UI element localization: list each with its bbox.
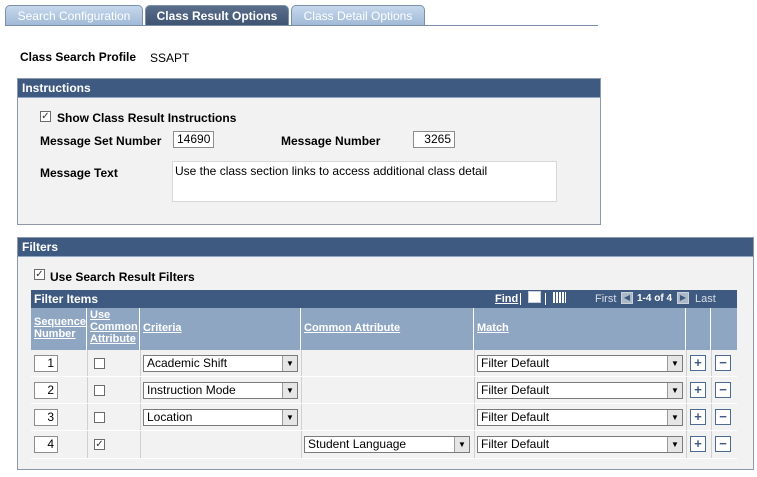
- add-row-button-4[interactable]: +: [690, 436, 706, 452]
- chevron-down-icon: ▼: [282, 356, 297, 371]
- use-common-checkbox-3[interactable]: [94, 412, 105, 423]
- match-select-4[interactable]: Filter Default ▼: [477, 436, 683, 453]
- col-sequence-line1: Sequence: [34, 316, 86, 328]
- match-select-3[interactable]: Filter Default ▼: [477, 409, 683, 426]
- class-search-profile-value: SSAPT: [150, 51, 190, 65]
- col-add: [686, 308, 711, 350]
- filter-items-title: Filter Items: [34, 292, 99, 306]
- sequence-field-2[interactable]: 2: [34, 382, 58, 399]
- match-value-3: Filter Default: [481, 410, 550, 424]
- tab-underline: [5, 25, 598, 26]
- col-use-common-attribute[interactable]: Use Common Attribute: [87, 308, 140, 350]
- show-instructions-checkbox[interactable]: ✓: [40, 111, 51, 122]
- grid-next-icon: ▶: [677, 292, 689, 304]
- use-common-checkbox-4[interactable]: ✓: [94, 439, 105, 450]
- chevron-down-icon: ▼: [667, 437, 682, 452]
- criteria-select-2[interactable]: Instruction Mode ▼: [143, 382, 298, 399]
- chevron-down-icon: ▼: [667, 410, 682, 425]
- view-all-icon[interactable]: [528, 291, 541, 303]
- col-use-line2: Common: [90, 321, 138, 333]
- common-attribute-select-4[interactable]: Student Language ▼: [304, 436, 470, 453]
- criteria-value-2: Instruction Mode: [147, 383, 236, 397]
- col-sequence-number[interactable]: Sequence Number: [31, 308, 87, 350]
- message-set-number-label: Message Set Number: [40, 134, 162, 148]
- grid-find-link[interactable]: Find: [495, 293, 518, 305]
- col-use-line3: Attribute: [90, 333, 136, 345]
- col-match-label: Match: [477, 322, 509, 334]
- sequence-field-3[interactable]: 3: [34, 409, 58, 426]
- use-search-filters-label: Use Search Result Filters: [50, 270, 195, 284]
- match-value-4: Filter Default: [481, 437, 550, 451]
- show-instructions-label: Show Class Result Instructions: [57, 111, 237, 125]
- message-text-field[interactable]: Use the class section links to access ad…: [172, 161, 557, 202]
- instructions-group: Instructions: [17, 78, 601, 225]
- criteria-select-3[interactable]: Location ▼: [143, 409, 298, 426]
- grid-nav-separator-2: [545, 293, 546, 305]
- chevron-down-icon: ▼: [667, 356, 682, 371]
- chevron-down-icon: ▼: [667, 383, 682, 398]
- delete-row-button-1[interactable]: −: [715, 355, 731, 371]
- message-set-number-field[interactable]: 14690: [173, 131, 214, 148]
- message-text-label: Message Text: [40, 166, 118, 180]
- message-number-field[interactable]: 3265: [413, 131, 455, 148]
- col-sequence-line2: Number: [34, 328, 76, 340]
- criteria-value-1: Academic Shift: [147, 356, 228, 370]
- chevron-down-icon: ▼: [282, 383, 297, 398]
- grid-range-label: 1-4 of 4: [637, 293, 673, 304]
- criteria-value-3: Location: [147, 410, 193, 424]
- grid-last-label: Last: [695, 293, 716, 305]
- col-common-attribute-label: Common Attribute: [304, 322, 401, 334]
- filters-header: Filters: [18, 238, 753, 257]
- tab-class-result-options[interactable]: Class Result Options: [145, 5, 289, 26]
- sequence-field-1[interactable]: 1: [34, 355, 58, 372]
- add-row-button-1[interactable]: +: [690, 355, 706, 371]
- add-row-button-3[interactable]: +: [690, 409, 706, 425]
- use-common-checkbox-2[interactable]: [94, 385, 105, 396]
- grid-find-link-wrap: Find: [495, 290, 518, 308]
- sequence-field-4[interactable]: 4: [34, 436, 58, 453]
- delete-row-button-2[interactable]: −: [715, 382, 731, 398]
- tab-search-configuration[interactable]: Search Configuration: [5, 5, 143, 26]
- grid-download-icon[interactable]: [553, 292, 566, 303]
- add-row-button-2[interactable]: +: [690, 382, 706, 398]
- col-common-attribute[interactable]: Common Attribute: [301, 308, 474, 350]
- message-number-label: Message Number: [281, 134, 381, 148]
- chevron-down-icon: ▼: [454, 437, 469, 452]
- grid-first-label: First: [595, 293, 617, 305]
- col-use-line1: Use: [90, 309, 111, 321]
- col-match[interactable]: Match: [474, 308, 686, 350]
- match-select-1[interactable]: Filter Default ▼: [477, 355, 683, 372]
- criteria-select-1[interactable]: Academic Shift ▼: [143, 355, 298, 372]
- col-criteria-label: Criteria: [143, 322, 182, 334]
- tab-class-detail-options[interactable]: Class Detail Options: [291, 5, 425, 26]
- match-select-2[interactable]: Filter Default ▼: [477, 382, 683, 399]
- class-search-profile-label: Class Search Profile: [20, 50, 137, 64]
- match-value-1: Filter Default: [481, 356, 550, 370]
- chevron-down-icon: ▼: [282, 410, 297, 425]
- instructions-header: Instructions: [18, 79, 600, 98]
- match-value-2: Filter Default: [481, 383, 550, 397]
- delete-row-button-4[interactable]: −: [715, 436, 731, 452]
- grid-prev-icon: ◀: [621, 292, 633, 304]
- delete-row-button-3[interactable]: −: [715, 409, 731, 425]
- col-remove: [711, 308, 737, 350]
- grid-nav-separator: [520, 293, 521, 305]
- use-search-filters-checkbox[interactable]: ✓: [34, 269, 45, 280]
- use-common-checkbox-1[interactable]: [94, 358, 105, 369]
- col-criteria[interactable]: Criteria: [140, 308, 301, 350]
- common-attribute-value-4: Student Language: [308, 437, 407, 451]
